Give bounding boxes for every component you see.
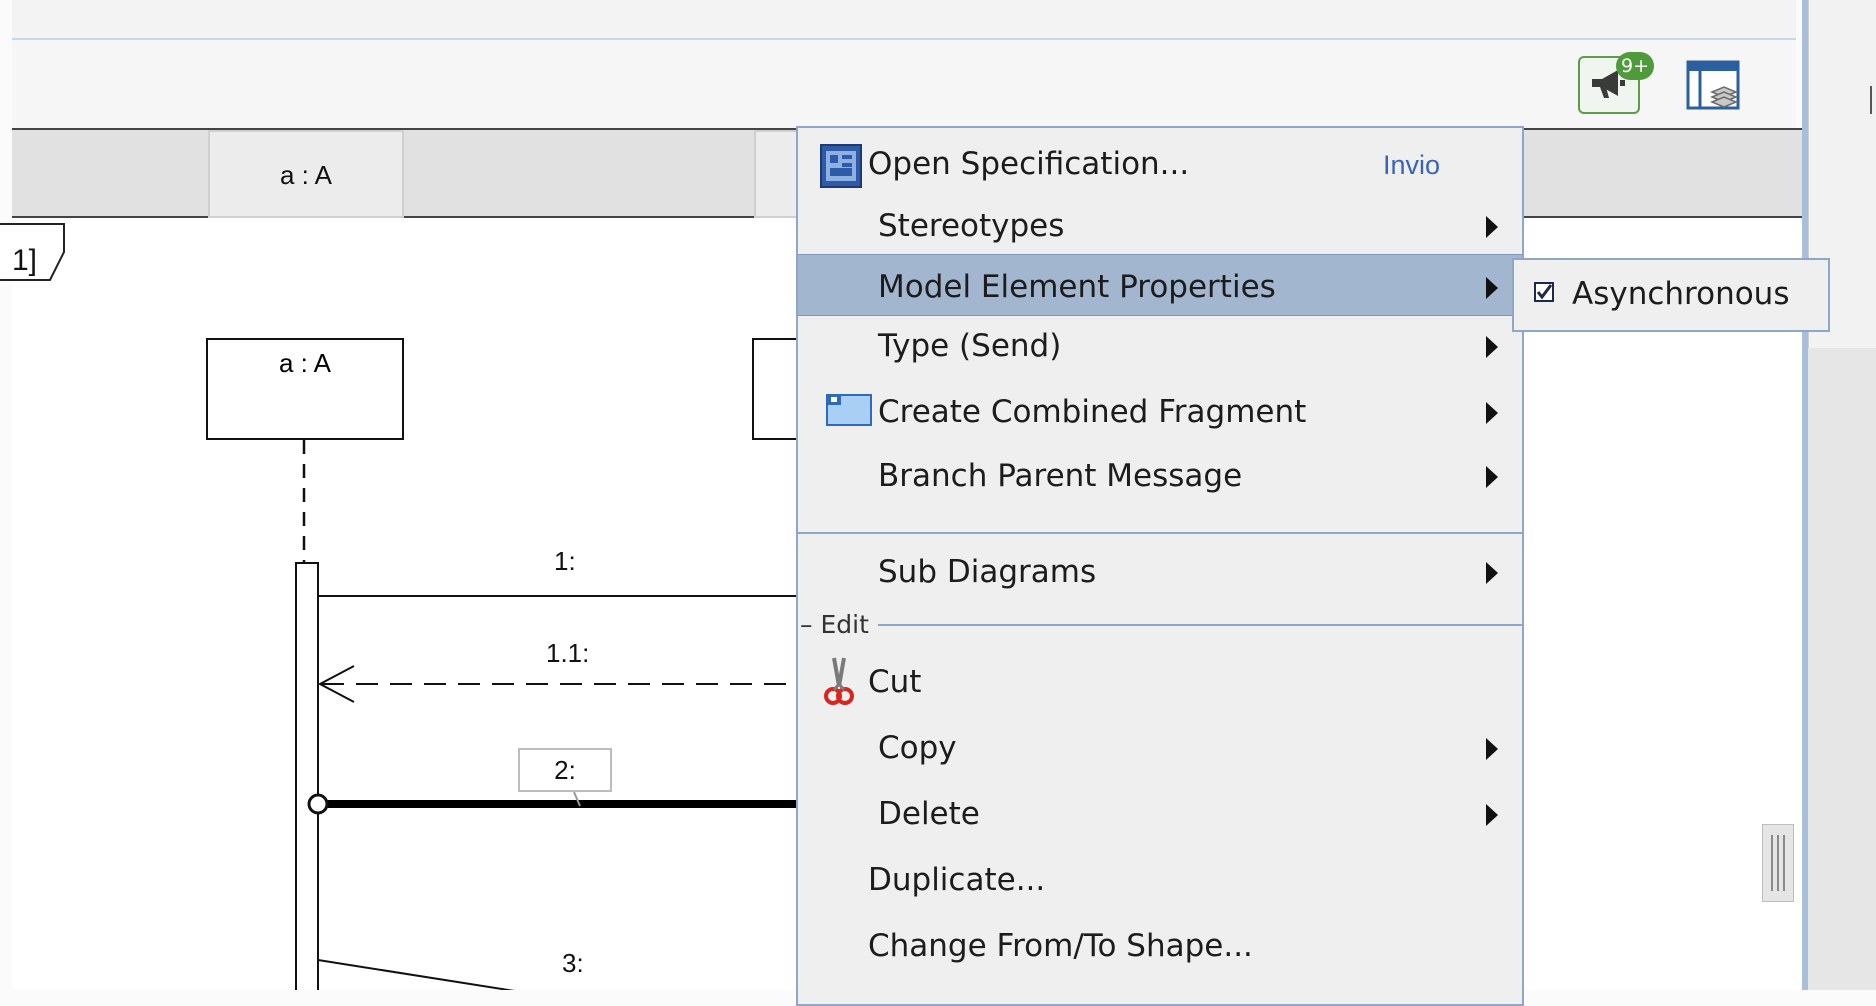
menu-separator bbox=[798, 532, 1522, 534]
checkmark-icon bbox=[1536, 284, 1553, 300]
menu-label: Asynchronous bbox=[1572, 276, 1790, 312]
notification-badge: 9+ bbox=[1616, 52, 1654, 80]
menu-label: Cut bbox=[868, 664, 922, 700]
submenu-arrow-icon bbox=[1486, 402, 1498, 424]
menu-label: Type (Send) bbox=[878, 328, 1062, 364]
message-3-line bbox=[317, 959, 515, 990]
menu-item-stereotypes[interactable]: Stereotypes bbox=[798, 194, 1522, 256]
menu-label: Stereotypes bbox=[878, 208, 1065, 244]
asynchronous-checkbox[interactable] bbox=[1534, 282, 1554, 302]
menu-item-branch-parent-message[interactable]: Branch Parent Message bbox=[798, 444, 1522, 506]
menu-label: Duplicate... bbox=[868, 862, 1046, 898]
activation-bar bbox=[295, 562, 319, 990]
window-edge bbox=[1802, 0, 1808, 990]
message-1-label[interactable]: 1: bbox=[554, 546, 576, 577]
submenu-arrow-icon bbox=[1486, 562, 1498, 584]
menu-item-duplicate[interactable]: Duplicate... bbox=[798, 848, 1522, 910]
model-element-properties-submenu: Asynchronous bbox=[1512, 258, 1830, 332]
submenu-arrow-icon bbox=[1486, 216, 1498, 238]
menu-item-type-send[interactable]: Type (Send) bbox=[798, 314, 1522, 376]
menu-item-cut[interactable]: Cut bbox=[798, 650, 1522, 712]
combined-fragment-icon bbox=[826, 394, 872, 434]
menu-item-delete[interactable]: Delete bbox=[798, 782, 1522, 844]
submenu-arrow-icon bbox=[1486, 277, 1498, 299]
menu-item-create-combined-fragment[interactable]: Create Combined Fragment bbox=[798, 380, 1522, 442]
message-2-label[interactable]: 2: bbox=[518, 748, 612, 792]
menu-group-label: Edit bbox=[820, 610, 869, 639]
menu-separator bbox=[878, 624, 1522, 626]
menu-item-sub-diagrams[interactable]: Sub Diagrams bbox=[798, 540, 1522, 602]
menu-item-asynchronous[interactable]: Asynchronous bbox=[1514, 260, 1828, 330]
submenu-arrow-icon bbox=[1486, 738, 1498, 760]
submenu-arrow-icon bbox=[1486, 336, 1498, 358]
scrollbar-grip[interactable] bbox=[1762, 824, 1794, 902]
menu-label: Change From/To Shape... bbox=[868, 928, 1253, 964]
scissors-icon bbox=[824, 656, 854, 714]
menu-label: Create Combined Fragment bbox=[878, 394, 1307, 430]
layers-panel-icon bbox=[1686, 60, 1740, 110]
submenu-arrow-icon bbox=[1486, 804, 1498, 826]
menu-label: Sub Diagrams bbox=[878, 554, 1097, 590]
panel-divider bbox=[1870, 86, 1872, 114]
menu-shortcut: Invio bbox=[1382, 150, 1440, 180]
menu-group-edit: – Edit bbox=[800, 610, 875, 639]
menu-item-copy[interactable]: Copy bbox=[798, 716, 1522, 778]
right-side-panel-lower bbox=[1808, 348, 1876, 990]
context-menu: Open Specification... Invio Stereotypes … bbox=[796, 126, 1524, 1006]
message-2-origin bbox=[307, 793, 329, 815]
message-3-label[interactable]: 3: bbox=[562, 948, 584, 979]
submenu-arrow-icon bbox=[1486, 466, 1498, 488]
layers-panel-button[interactable] bbox=[1686, 60, 1742, 112]
menu-label: Open Specification... bbox=[868, 146, 1190, 182]
menu-label: Branch Parent Message bbox=[878, 458, 1243, 494]
menu-label: Copy bbox=[878, 730, 957, 766]
specification-icon bbox=[820, 144, 862, 196]
menu-item-change-from-to-shape[interactable]: Change From/To Shape... bbox=[798, 914, 1522, 976]
diagram-lines bbox=[295, 440, 800, 990]
menu-item-model-element-properties[interactable]: Model Element Properties bbox=[798, 254, 1522, 316]
menu-label: Model Element Properties bbox=[878, 269, 1276, 305]
menu-item-open-specification[interactable]: Open Specification... Invio bbox=[798, 132, 1522, 194]
menu-label: Delete bbox=[878, 796, 980, 832]
message-1-1-label[interactable]: 1.1: bbox=[546, 638, 589, 669]
